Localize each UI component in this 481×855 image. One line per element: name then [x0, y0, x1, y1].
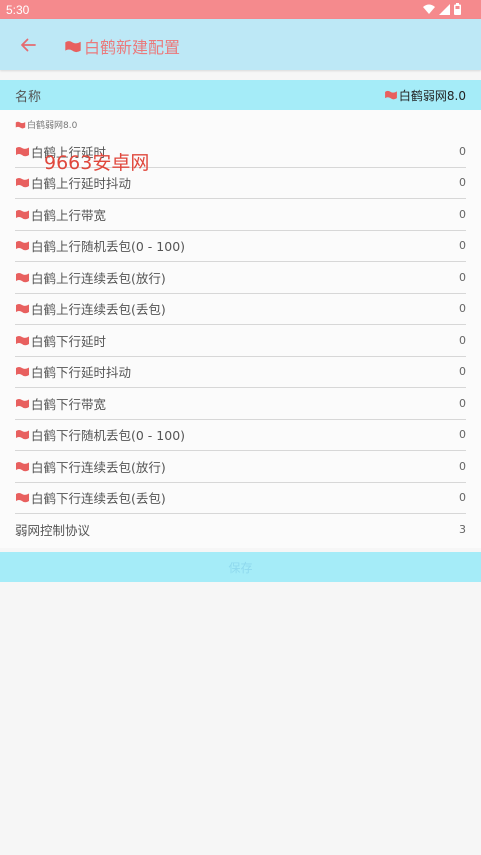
param-label: 白鹤下行连续丢包(放行) [15, 457, 166, 476]
wifi-icon [423, 4, 435, 14]
flag-icon [16, 461, 29, 471]
config-subtitle-text: 白鹤弱网8.0 [27, 121, 78, 131]
flag-icon [16, 335, 29, 345]
param-label: 白鹤上行延时 [15, 142, 106, 161]
flag-icon [16, 398, 29, 408]
param-label-text: 白鹤上行延时抖动 [31, 176, 132, 192]
name-field[interactable]: 名称 白鹤弱网8.0 [0, 80, 481, 110]
status-icons [423, 3, 461, 15]
name-label: 名称 [15, 89, 42, 105]
status-bar: 5:30 [0, 0, 481, 19]
flag-icon [16, 367, 29, 377]
param-label-text: 白鹤上行随机丢包(0 - 100) [31, 239, 186, 255]
param-value: 0 [459, 144, 466, 158]
param-label-text: 白鹤上行连续丢包(放行) [31, 270, 166, 286]
param-label: 白鹤下行延时抖动 [15, 362, 131, 381]
flag-icon [16, 430, 29, 440]
param-label: 白鹤上行随机丢包(0 - 100) [15, 236, 185, 255]
param-label: 白鹤上行延时抖动 [15, 173, 131, 192]
flag-icon [16, 272, 29, 282]
param-list: 白鹤上行延时 0 白鹤上行延时抖动 0 白鹤上行带宽 0 白鹤上行随机丢包(0 … [0, 136, 481, 546]
param-row-downlink-jitter[interactable]: 白鹤下行延时抖动 0 [15, 357, 466, 388]
param-label: 白鹤下行带宽 [15, 394, 106, 413]
flag-icon [16, 178, 29, 188]
param-row-downlink-delay[interactable]: 白鹤下行延时 0 [15, 325, 466, 357]
flag-icon [16, 493, 29, 503]
param-value: 0 [459, 396, 466, 410]
param-label-text: 白鹤上行连续丢包(丢包) [31, 302, 166, 318]
param-row-uplink-jitter[interactable]: 白鹤上行延时抖动 0 [15, 168, 466, 199]
flag-icon [16, 304, 29, 314]
param-label-text: 白鹤下行延时抖动 [31, 365, 132, 381]
battery-icon [454, 3, 461, 15]
param-value: 0 [459, 207, 466, 221]
page-title-text: 白鹤新建配置 [84, 38, 181, 57]
param-row-downlink-burst-drop[interactable]: 白鹤下行连续丢包(丢包) 0 [15, 483, 466, 514]
param-row-uplink-bandwidth[interactable]: 白鹤上行带宽 0 [15, 199, 466, 231]
back-button[interactable] [14, 32, 42, 58]
param-value: 0 [459, 365, 466, 379]
flag-icon [16, 241, 29, 251]
param-row-downlink-burst-pass[interactable]: 白鹤下行连续丢包(放行) 0 [15, 451, 466, 483]
name-value: 白鹤弱网8.0 [384, 87, 466, 104]
flag-icon [384, 90, 397, 100]
app-bar: 白鹤新建配置 [0, 19, 481, 70]
param-value: 0 [459, 239, 466, 253]
param-label-text: 弱网控制协议 [15, 523, 91, 539]
param-value: 0 [459, 176, 466, 190]
config-subtitle: 白鹤弱网8.0 [15, 118, 77, 131]
signal-icon [439, 3, 450, 15]
param-label-text: 白鹤下行随机丢包(0 - 100) [31, 428, 186, 444]
flag-icon [15, 121, 26, 128]
param-label-text: 白鹤上行延时 [31, 144, 107, 160]
param-value: 3 [459, 523, 466, 537]
param-row-uplink-burst-drop[interactable]: 白鹤上行连续丢包(丢包) 0 [15, 294, 466, 325]
page-title: 白鹤新建配置 [64, 34, 180, 58]
param-row-uplink-delay[interactable]: 白鹤上行延时 0 [15, 136, 466, 168]
flag-icon [16, 209, 29, 219]
config-card: 白鹤弱网8.0 白鹤上行延时 0 白鹤上行延时抖动 0 白鹤上行带宽 0 白鹤上… [0, 110, 481, 548]
param-value: 0 [459, 459, 466, 473]
param-label-text: 白鹤下行连续丢包(放行) [31, 459, 166, 475]
param-value: 0 [459, 333, 466, 347]
param-label-text: 白鹤下行连续丢包(丢包) [31, 491, 166, 507]
param-row-uplink-random-loss[interactable]: 白鹤上行随机丢包(0 - 100) 0 [15, 231, 466, 262]
param-row-downlink-random-loss[interactable]: 白鹤下行随机丢包(0 - 100) 0 [15, 420, 466, 451]
name-value-text: 白鹤弱网8.0 [398, 88, 466, 103]
flag-icon [65, 40, 81, 52]
param-value: 0 [459, 491, 466, 505]
param-label: 白鹤下行连续丢包(丢包) [15, 488, 166, 507]
param-row-protocol[interactable]: 弱网控制协议 3 [15, 514, 466, 546]
flag-icon [16, 146, 29, 156]
status-time: 5:30 [6, 3, 30, 17]
param-label: 白鹤上行连续丢包(丢包) [15, 299, 166, 318]
param-row-uplink-burst-pass[interactable]: 白鹤上行连续丢包(放行) 0 [15, 262, 466, 294]
param-value: 0 [459, 302, 466, 316]
param-label: 白鹤下行延时 [15, 331, 106, 350]
arrow-left-icon [21, 38, 36, 52]
param-value: 0 [459, 270, 466, 284]
save-button[interactable]: 保存 [0, 552, 481, 582]
param-label: 白鹤上行带宽 [15, 205, 106, 224]
param-label-text: 白鹤下行延时 [31, 333, 107, 349]
param-label: 白鹤下行随机丢包(0 - 100) [15, 425, 185, 444]
param-label: 白鹤上行连续丢包(放行) [15, 268, 166, 287]
param-label-text: 白鹤下行带宽 [31, 396, 107, 412]
param-label-text: 白鹤上行带宽 [31, 207, 107, 223]
param-value: 0 [459, 428, 466, 442]
param-label: 弱网控制协议 [15, 520, 90, 539]
param-row-downlink-bandwidth[interactable]: 白鹤下行带宽 0 [15, 388, 466, 420]
